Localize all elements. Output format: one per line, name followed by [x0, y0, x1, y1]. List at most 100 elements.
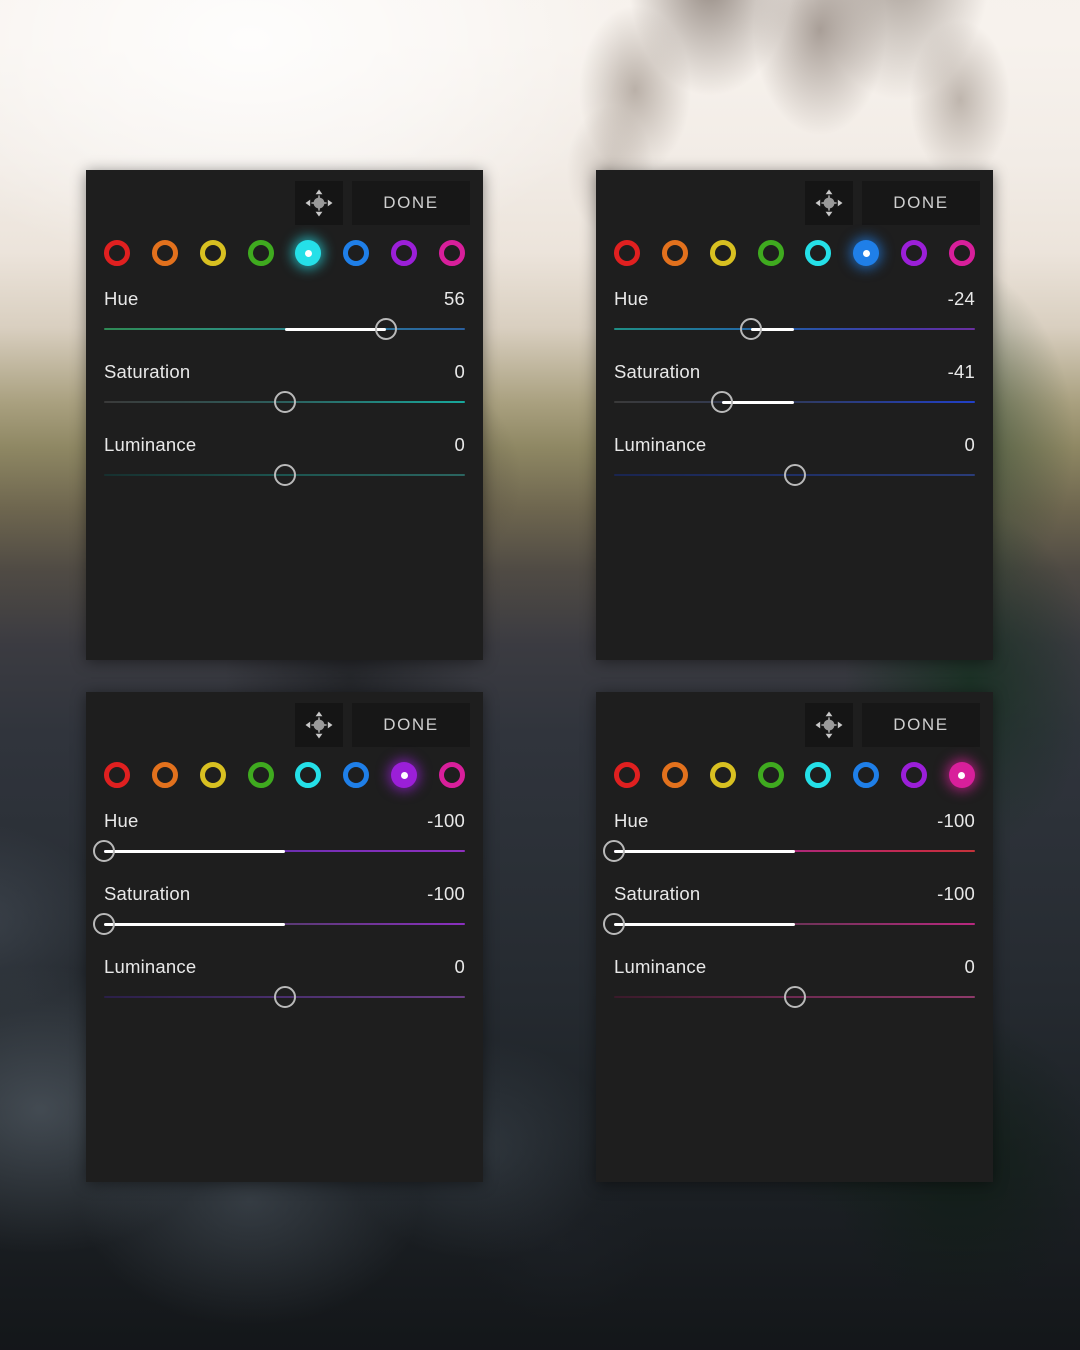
- slider-track-area[interactable]: [104, 462, 465, 488]
- slider-track-area[interactable]: [93, 838, 465, 864]
- slider-value-label: 0: [454, 956, 465, 977]
- color-swatch-6[interactable]: [391, 240, 418, 266]
- move-target-button[interactable]: [295, 181, 343, 225]
- color-swatch-0[interactable]: [614, 762, 640, 788]
- slider-value-label: -41: [947, 361, 975, 382]
- slider-knob[interactable]: [93, 840, 115, 862]
- done-button[interactable]: DONE: [862, 181, 980, 225]
- slider-label-row: Saturation 0: [104, 361, 465, 383]
- slider-track-area[interactable]: [104, 316, 465, 342]
- slider-value-label: 0: [454, 434, 465, 455]
- color-swatch-0[interactable]: [614, 240, 640, 266]
- slider-knob[interactable]: [603, 913, 625, 935]
- slider-knob[interactable]: [783, 986, 806, 1008]
- slider-name-label: Luminance: [614, 956, 707, 977]
- slider-track: [614, 328, 975, 330]
- move-target-button[interactable]: [805, 181, 853, 225]
- color-swatch-4[interactable]: [295, 762, 322, 788]
- move-target-icon: [813, 187, 845, 219]
- slider-knob[interactable]: [273, 986, 296, 1008]
- done-button[interactable]: DONE: [352, 703, 470, 747]
- slider-hue: Hue -24: [596, 288, 993, 342]
- slider-name-label: Luminance: [104, 956, 197, 977]
- slider-label-row: Luminance 0: [104, 434, 465, 456]
- color-swatch-2[interactable]: [199, 762, 226, 788]
- color-swatch-7-selected[interactable]: [948, 762, 975, 788]
- slider-name-label: Saturation: [614, 361, 701, 382]
- color-swatch-1[interactable]: [151, 240, 178, 266]
- color-swatch-0[interactable]: [104, 762, 130, 788]
- slider-knob[interactable]: [273, 391, 296, 413]
- slider-knob[interactable]: [740, 318, 763, 340]
- color-swatch-4[interactable]: [805, 762, 832, 788]
- slider-luminance: Luminance 0: [596, 956, 993, 1010]
- color-swatch-4-selected[interactable]: [295, 240, 322, 266]
- color-swatch-7[interactable]: [438, 240, 465, 266]
- color-swatch-3[interactable]: [757, 240, 784, 266]
- move-target-button[interactable]: [295, 703, 343, 747]
- slider-track-area[interactable]: [614, 462, 975, 488]
- color-swatch-2[interactable]: [709, 240, 736, 266]
- slider-value-label: 0: [454, 361, 465, 382]
- color-swatch-1[interactable]: [661, 240, 688, 266]
- color-swatch-7[interactable]: [948, 240, 975, 266]
- slider-knob[interactable]: [273, 464, 296, 486]
- color-swatch-2[interactable]: [709, 762, 736, 788]
- color-swatch-3[interactable]: [247, 762, 274, 788]
- slider-track-area[interactable]: [104, 389, 465, 415]
- slider-group: Hue -100 Saturation -100 Luminance 0: [596, 788, 993, 1010]
- slider-value-label: -100: [427, 810, 465, 831]
- panel-header: DONE: [86, 170, 483, 225]
- move-target-icon: [303, 709, 335, 741]
- slider-name-label: Hue: [104, 288, 139, 309]
- color-swatch-5[interactable]: [853, 762, 880, 788]
- hsl-panel-1: DONE Hue -24 Saturation -41 Luminance 0: [596, 170, 993, 660]
- slider-saturation: Saturation 0: [86, 361, 483, 415]
- slider-knob[interactable]: [783, 464, 806, 486]
- slider-track-area[interactable]: [614, 316, 975, 342]
- slider-luminance: Luminance 0: [86, 434, 483, 488]
- color-swatch-3[interactable]: [757, 762, 784, 788]
- slider-track-area[interactable]: [93, 911, 465, 937]
- color-swatch-6[interactable]: [901, 240, 928, 266]
- done-button[interactable]: DONE: [352, 181, 470, 225]
- move-target-button[interactable]: [805, 703, 853, 747]
- color-swatch-5[interactable]: [343, 762, 370, 788]
- done-button[interactable]: DONE: [862, 703, 980, 747]
- move-target-icon: [303, 187, 335, 219]
- color-swatch-6[interactable]: [901, 762, 928, 788]
- hsl-panel-3: DONE Hue -100 Saturation -100 Luminance 0: [596, 692, 993, 1182]
- slider-track-area[interactable]: [603, 911, 975, 937]
- slider-value-label: -100: [937, 883, 975, 904]
- slider-name-label: Hue: [614, 810, 649, 831]
- slider-label-row: Saturation -100: [614, 883, 975, 905]
- slider-name-label: Luminance: [104, 434, 197, 455]
- slider-track-fill: [614, 849, 795, 853]
- slider-name-label: Hue: [104, 810, 139, 831]
- color-swatch-5[interactable]: [343, 240, 370, 266]
- slider-knob[interactable]: [93, 913, 115, 935]
- color-swatch-6-selected[interactable]: [391, 762, 418, 788]
- slider-group: Hue 56 Saturation 0 Luminance 0: [86, 266, 483, 488]
- color-swatch-0[interactable]: [104, 240, 130, 266]
- color-swatch-5-selected[interactable]: [853, 240, 880, 266]
- color-swatch-4[interactable]: [805, 240, 832, 266]
- slider-track-fill: [722, 400, 795, 404]
- slider-track-area[interactable]: [104, 984, 465, 1010]
- color-swatch-1[interactable]: [661, 762, 688, 788]
- panel-header: DONE: [86, 692, 483, 747]
- slider-knob[interactable]: [603, 840, 625, 862]
- color-swatch-7[interactable]: [438, 762, 465, 788]
- slider-label-row: Hue 56: [104, 288, 465, 310]
- hsl-panel-2: DONE Hue -100 Saturation -100 Luminance 0: [86, 692, 483, 1182]
- slider-track-area[interactable]: [614, 389, 975, 415]
- color-swatch-3[interactable]: [247, 240, 274, 266]
- color-swatch-2[interactable]: [199, 240, 226, 266]
- slider-value-label: -100: [427, 883, 465, 904]
- slider-track-area[interactable]: [603, 838, 975, 864]
- slider-knob[interactable]: [374, 318, 397, 340]
- slider-luminance: Luminance 0: [596, 434, 993, 488]
- color-swatch-1[interactable]: [151, 762, 178, 788]
- slider-knob[interactable]: [711, 391, 734, 413]
- slider-track-area[interactable]: [614, 984, 975, 1010]
